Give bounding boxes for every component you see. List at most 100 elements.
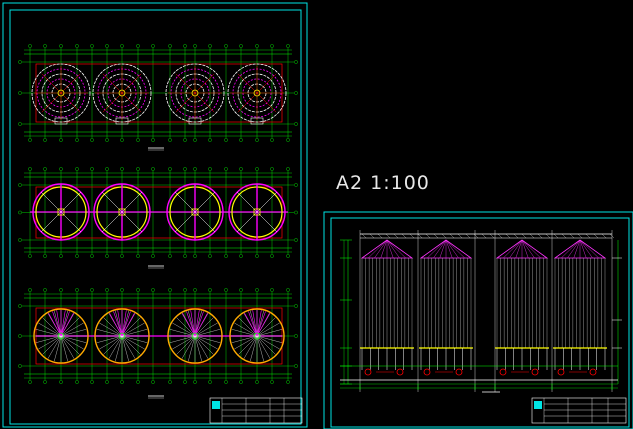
- grid-bubble: [183, 167, 187, 171]
- grid-bubble: [18, 364, 22, 368]
- discharge-outlet: [589, 368, 597, 376]
- roof-rib: [567, 239, 581, 259]
- truss-web: [497, 233, 503, 239]
- grid-bubble: [18, 238, 22, 242]
- truss-web: [417, 233, 423, 239]
- radial-rib: [194, 335, 202, 362]
- truss-web: [377, 233, 383, 239]
- grid-bubble: [255, 44, 259, 48]
- grid-bubble: [193, 288, 197, 292]
- silo-roof-plan: [165, 63, 225, 125]
- radial-rib: [194, 329, 221, 337]
- title-block-left: [209, 397, 303, 424]
- truss-web: [545, 233, 551, 239]
- silo-roof-plan: [227, 63, 287, 125]
- truss-web: [489, 233, 495, 239]
- roof-rib: [503, 239, 523, 259]
- grid-bubble: [28, 44, 32, 48]
- discharge-outlet: [455, 368, 463, 376]
- grid-bubble: [151, 288, 155, 292]
- grid-bubble: [28, 138, 32, 142]
- grid-bubble: [120, 167, 124, 171]
- roof-rib: [579, 239, 599, 259]
- grid-bubble: [18, 304, 22, 308]
- grid-bubble: [224, 44, 228, 48]
- radial-rib: [54, 335, 62, 362]
- grid-bubble: [105, 288, 109, 292]
- grid-bubble: [183, 44, 187, 48]
- grid-bubble: [105, 167, 109, 171]
- grid-bubble: [255, 254, 259, 258]
- grid-bubble: [168, 380, 172, 384]
- truss-web: [473, 233, 479, 239]
- grid-bubble: [120, 44, 124, 48]
- grid-bubble: [239, 254, 243, 258]
- grid-bubble: [294, 91, 298, 95]
- grid-bubble: [75, 380, 79, 384]
- silo-elevation: [553, 239, 607, 376]
- grid-bubble: [90, 138, 94, 142]
- radial-rib: [35, 335, 62, 343]
- radial-rib: [96, 329, 123, 337]
- grid-bubble: [208, 380, 212, 384]
- grid-bubble: [168, 254, 172, 258]
- elevation-view: [340, 230, 622, 393]
- grid-bubble: [168, 167, 172, 171]
- truss-web: [593, 233, 599, 239]
- grid-bubble: [208, 288, 212, 292]
- grid-bubble: [90, 167, 94, 171]
- radial-rib: [115, 335, 123, 362]
- grid-bubble: [18, 91, 22, 95]
- roof-rib: [374, 239, 388, 259]
- grid-bubble: [120, 380, 124, 384]
- grid-bubble: [286, 44, 290, 48]
- silo-elevation: [495, 239, 549, 376]
- grid-bubble: [208, 44, 212, 48]
- grid-bubble: [193, 380, 197, 384]
- grid-bubble: [151, 44, 155, 48]
- grid-bubble: [136, 380, 140, 384]
- grid-bubble: [270, 254, 274, 258]
- left-sheet-outer-frame: [2, 2, 308, 428]
- grid-bubble: [59, 167, 63, 171]
- truss-web: [369, 233, 375, 239]
- grid-bubble: [105, 138, 109, 142]
- grid-bubble: [120, 254, 124, 258]
- radial-rib: [60, 335, 68, 362]
- roof-rib: [561, 239, 581, 259]
- grid-bubble: [286, 138, 290, 142]
- grid-bubble: [59, 380, 63, 384]
- radial-rib: [256, 329, 283, 337]
- grid-bubble: [28, 380, 32, 384]
- grid-bubble: [90, 44, 94, 48]
- scale-label: A2 1:100: [336, 172, 430, 194]
- grid-bubble: [75, 44, 79, 48]
- radial-rib: [60, 335, 87, 343]
- radial-rib: [231, 329, 258, 337]
- truss-web: [601, 233, 607, 239]
- truss-web: [465, 233, 471, 239]
- grid-bubble: [28, 167, 32, 171]
- radial-rib: [96, 335, 123, 343]
- roof-plan: [18, 44, 298, 151]
- roof-rib: [386, 239, 400, 259]
- truss-web: [457, 233, 463, 239]
- grid-bubble: [224, 254, 228, 258]
- truss-web: [441, 233, 447, 239]
- grid-bubble: [294, 304, 298, 308]
- grid-bubble: [168, 288, 172, 292]
- grid-bubble: [43, 138, 47, 142]
- silo-foundation: [94, 308, 150, 364]
- grid-bubble: [286, 167, 290, 171]
- discharge-outlet: [396, 368, 404, 376]
- grid-bubble: [294, 334, 298, 338]
- roof-rib: [445, 239, 459, 259]
- grid-bubble: [151, 380, 155, 384]
- grid-bubble: [224, 138, 228, 142]
- grid-bubble: [208, 254, 212, 258]
- grid-bubble: [224, 167, 228, 171]
- grid-bubble: [136, 167, 140, 171]
- discharge-outlet: [423, 368, 431, 376]
- grid-bubble: [168, 138, 172, 142]
- roof-rib: [433, 239, 447, 259]
